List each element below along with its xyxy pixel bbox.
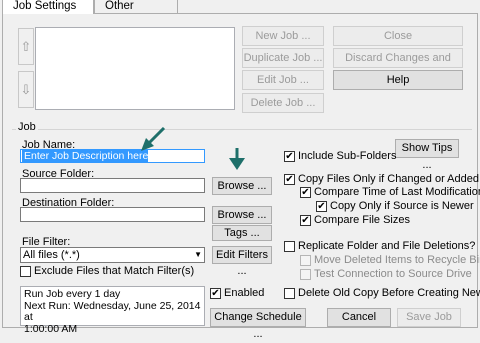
help-button[interactable]: Help: [333, 70, 463, 90]
job-name-selection: Enter Job Description here: [22, 150, 149, 163]
compare-time-checkbox[interactable]: ✔: [300, 187, 311, 198]
edit-job-button[interactable]: Edit Job ...: [242, 70, 324, 90]
job-list[interactable]: [35, 27, 235, 110]
test-connection-checkbox[interactable]: [300, 269, 311, 280]
schedule-status: Run Job every 1 day Next Run: Wednesday,…: [20, 286, 205, 334]
show-tips-button[interactable]: Show Tips ...: [395, 139, 459, 171]
chevron-down-icon: ▼: [194, 250, 202, 259]
exclude-files-label: Exclude Files that Match Filter(s): [34, 265, 195, 277]
enabled-checkbox[interactable]: ✔: [210, 288, 221, 299]
new-job-button[interactable]: New Job ...: [242, 26, 324, 46]
browse-destination-button[interactable]: Browse ...: [212, 206, 272, 224]
source-folder-input[interactable]: [20, 178, 205, 193]
job-group-line: [12, 129, 472, 130]
delete-job-button[interactable]: Delete Job ...: [242, 93, 324, 113]
copy-newer-checkbox[interactable]: ✔: [316, 201, 327, 212]
move-recycle-checkbox[interactable]: [300, 255, 311, 266]
exclude-files-checkbox[interactable]: [20, 266, 31, 277]
job-group-label: Job: [16, 121, 38, 134]
test-connection-label: Test Connection to Source Drive: [314, 268, 472, 280]
compare-size-label: Compare File Sizes: [314, 214, 410, 226]
include-subfolders-label: Include Sub-Folders: [298, 150, 397, 162]
replicate-deletions-checkbox[interactable]: [284, 241, 295, 252]
delete-old-copy-checkbox[interactable]: [284, 288, 295, 299]
pointer-arrow-icon: [229, 148, 245, 170]
tab-job-settings[interactable]: Job Settings: [2, 0, 94, 14]
edit-filters-button[interactable]: Edit Filters ...: [212, 246, 272, 277]
save-job-button[interactable]: Save Job: [397, 308, 461, 327]
copy-newer-label: Copy Only if Source is Newer: [330, 200, 474, 212]
status-line-1: Run Job every 1 day: [24, 288, 121, 300]
file-filter-value: All files (*.*): [23, 249, 80, 261]
job-name-input[interactable]: Enter Job Description here: [20, 149, 205, 163]
pointer-arrow-icon: [141, 126, 166, 151]
tags-button[interactable]: Tags ...: [212, 225, 272, 241]
copy-changed-label: Copy Files Only if Changed or Added: [298, 173, 479, 185]
move-up-button[interactable]: ⇧: [18, 28, 34, 65]
cancel-button[interactable]: Cancel: [327, 308, 391, 327]
move-down-button[interactable]: ⇩: [18, 71, 34, 108]
discard-close-button[interactable]: Discard Changes and Close: [333, 48, 463, 83]
browse-source-button[interactable]: Browse ...: [212, 177, 272, 195]
tab-job-settings-label: Job Settings: [13, 0, 77, 12]
replicate-deletions-label: Replicate Folder and File Deletions?: [298, 240, 476, 252]
enabled-label: Enabled: [224, 287, 265, 299]
file-filter-select[interactable]: All files (*.*) ▼: [20, 247, 205, 263]
change-schedule-button[interactable]: Change Schedule ...: [210, 308, 306, 340]
destination-folder-input[interactable]: [20, 207, 205, 222]
status-line-3: 1:00:00 AM: [24, 322, 78, 335]
copy-changed-checkbox[interactable]: ✔: [284, 174, 295, 185]
status-line-2: Next Run: Wednesday, June 25, 2014 at: [24, 299, 201, 323]
duplicate-job-button[interactable]: Duplicate Job ...: [242, 48, 324, 68]
delete-old-copy-label: Delete Old Copy Before Creating New: [298, 287, 480, 299]
down-arrow-icon: ⇩: [20, 82, 32, 97]
include-subfolders-checkbox[interactable]: ✔: [284, 151, 295, 162]
close-button[interactable]: Close: [333, 26, 463, 46]
tab-other-settings[interactable]: Other Settings: [94, 0, 178, 26]
compare-size-checkbox[interactable]: ✔: [300, 215, 311, 226]
compare-time-label: Compare Time of Last Modification: [314, 186, 480, 198]
up-arrow-icon: ⇧: [20, 39, 32, 54]
move-recycle-label: Move Deleted Items to Recycle Bin: [314, 254, 480, 266]
